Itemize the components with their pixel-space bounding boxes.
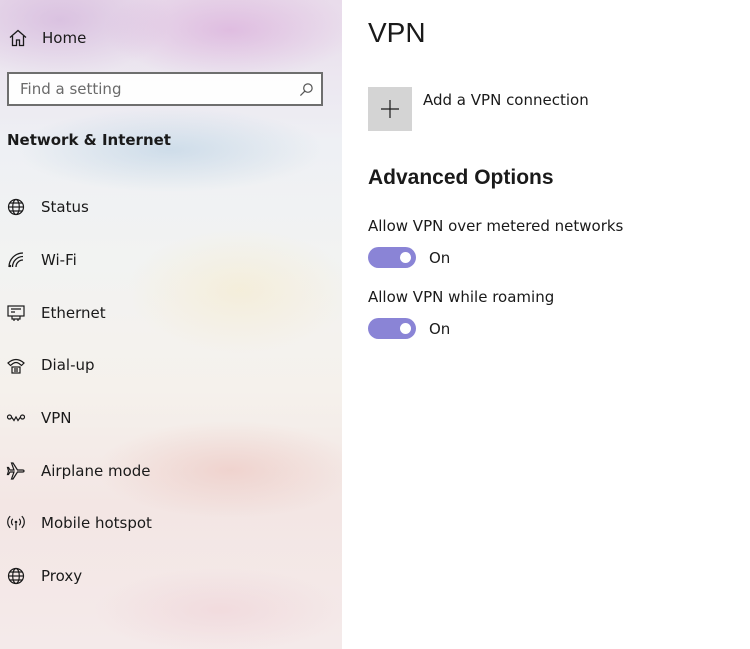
main-panel: VPN Add a VPN connection Advanced Option… bbox=[342, 0, 750, 649]
toggle-knob bbox=[400, 323, 411, 334]
globe-icon bbox=[7, 199, 25, 216]
roaming-toggle-row[interactable]: On bbox=[368, 318, 450, 339]
sidebar-item-proxy[interactable]: Proxy bbox=[0, 550, 342, 603]
metered-networks-label: Allow VPN over metered networks bbox=[368, 217, 624, 235]
hotspot-icon bbox=[7, 516, 25, 531]
sidebar-item-vpn[interactable]: VPN bbox=[0, 392, 342, 445]
metered-networks-toggle-row[interactable]: On bbox=[368, 247, 450, 268]
advanced-options-heading: Advanced Options bbox=[368, 166, 554, 189]
sidebar-item-ethernet[interactable]: Ethernet bbox=[0, 286, 342, 339]
sidebar-item-mobile-hotspot[interactable]: Mobile hotspot bbox=[0, 497, 342, 550]
home-link[interactable]: Home bbox=[8, 24, 308, 52]
sidebar-item-label: Proxy bbox=[41, 567, 83, 586]
search-input[interactable] bbox=[9, 74, 289, 104]
metered-networks-state: On bbox=[429, 248, 451, 267]
ethernet-icon bbox=[7, 305, 25, 321]
wifi-icon bbox=[8, 252, 24, 268]
vpn-icon bbox=[6, 414, 26, 422]
airplane-icon bbox=[6, 462, 25, 480]
globe-icon bbox=[7, 568, 25, 585]
plus-icon bbox=[381, 100, 399, 118]
sidebar-item-wifi[interactable]: Wi-Fi bbox=[0, 234, 342, 287]
sidebar-item-dialup[interactable]: Dial-up bbox=[0, 339, 342, 392]
sidebar-item-label: Airplane mode bbox=[41, 461, 151, 480]
roaming-toggle[interactable] bbox=[368, 318, 416, 339]
sidebar-item-label: Wi-Fi bbox=[41, 251, 77, 270]
roaming-label: Allow VPN while roaming bbox=[368, 288, 555, 306]
section-title: Network & Internet bbox=[7, 131, 171, 149]
sidebar-item-airplane-mode[interactable]: Airplane mode bbox=[0, 444, 342, 497]
sidebar-item-label: Mobile hotspot bbox=[41, 514, 152, 533]
sidebar-item-label: VPN bbox=[41, 409, 72, 428]
roaming-state: On bbox=[429, 319, 451, 338]
search-icon[interactable] bbox=[299, 82, 314, 97]
sidebar-item-status[interactable]: Status bbox=[0, 181, 342, 234]
home-label: Home bbox=[42, 29, 87, 47]
add-vpn-connection-label: Add a VPN connection bbox=[423, 91, 589, 109]
page-title: VPN bbox=[368, 17, 426, 48]
sidebar-item-label: Status bbox=[41, 198, 89, 217]
sidebar: Home Network & Internet Status bbox=[0, 0, 342, 649]
add-tile[interactable] bbox=[368, 87, 412, 131]
sidebar-nav: Status Wi-Fi Ethernet Dial-up VPN Airpla… bbox=[0, 181, 342, 603]
metered-networks-toggle[interactable] bbox=[368, 247, 416, 268]
home-icon bbox=[9, 29, 27, 47]
sidebar-item-label: Dial-up bbox=[41, 356, 95, 375]
sidebar-item-label: Ethernet bbox=[41, 303, 106, 322]
search-box[interactable] bbox=[7, 72, 323, 106]
add-vpn-connection-button[interactable]: Add a VPN connection bbox=[368, 87, 589, 131]
toggle-knob bbox=[400, 252, 411, 263]
dialup-icon bbox=[7, 359, 25, 375]
